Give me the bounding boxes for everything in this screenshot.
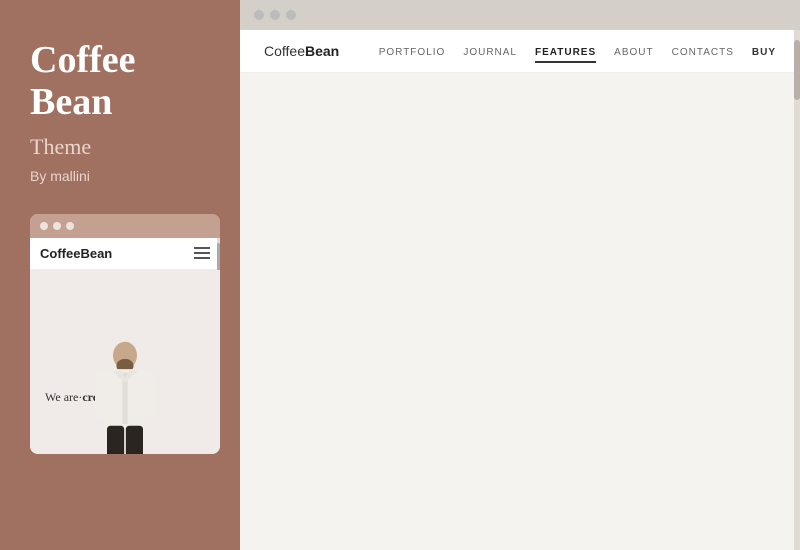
sidebar: Coffee Bean Theme By mallini CoffeeBean … — [0, 0, 240, 550]
mobile-logo: CoffeeBean — [40, 246, 112, 261]
nav-item-about[interactable]: ABOUT — [614, 42, 653, 60]
author-label: By mallini — [30, 168, 210, 184]
mobile-hero-area: We are·create — [30, 270, 220, 454]
mobile-titlebar — [30, 214, 220, 238]
title-line2: Bean — [30, 81, 112, 123]
nav-item-contacts[interactable]: CONTACTS — [672, 42, 734, 60]
website-nav: CoffeeBean PORTFOLIO JOURNAL FEATURES AB… — [240, 30, 800, 73]
mobile-nav: CoffeeBean — [30, 238, 220, 270]
nav-item-features[interactable]: FEATURES — [535, 42, 596, 60]
mobile-scroll-thumb — [217, 243, 220, 273]
nav-item-buy[interactable]: BUY — [752, 42, 776, 60]
browser-content: CoffeeBean PORTFOLIO JOURNAL FEATURES AB… — [240, 30, 800, 550]
mobile-dot-3 — [66, 222, 74, 230]
theme-title: Coffee Bean — [30, 40, 210, 124]
mobile-dot-2 — [53, 222, 61, 230]
mobile-person-figure — [90, 340, 160, 454]
hamburger-icon[interactable] — [194, 247, 210, 259]
mobile-preview-window: CoffeeBean We are·create — [30, 214, 220, 454]
browser-scrollbar[interactable] — [794, 30, 800, 550]
browser-dot-3 — [286, 10, 296, 20]
browser-titlebar — [240, 0, 800, 30]
nav-item-portfolio[interactable]: PORTFOLIO — [379, 42, 446, 60]
browser-dot-2 — [270, 10, 280, 20]
browser-preview-window: CoffeeBean PORTFOLIO JOURNAL FEATURES AB… — [240, 0, 800, 550]
browser-scrollbar-thumb — [794, 40, 800, 100]
title-line1: Coffee — [30, 39, 135, 81]
mobile-logo-part2: Bean — [80, 246, 112, 261]
website-nav-links: PORTFOLIO JOURNAL FEATURES ABOUT CONTACT… — [379, 42, 776, 60]
mobile-logo-part1: Coffee — [40, 246, 80, 261]
mobile-tagline-prefix: We are· — [45, 390, 82, 404]
browser-dot-1 — [254, 10, 264, 20]
nav-item-journal[interactable]: JOURNAL — [463, 42, 517, 60]
website-logo: CoffeeBean — [264, 43, 339, 59]
mobile-scroll-indicator — [217, 238, 220, 269]
website-logo-part1: Coffee — [264, 43, 305, 59]
mobile-dot-1 — [40, 222, 48, 230]
website-logo-part2: Bean — [305, 43, 339, 59]
theme-subtitle: Theme — [30, 134, 210, 160]
